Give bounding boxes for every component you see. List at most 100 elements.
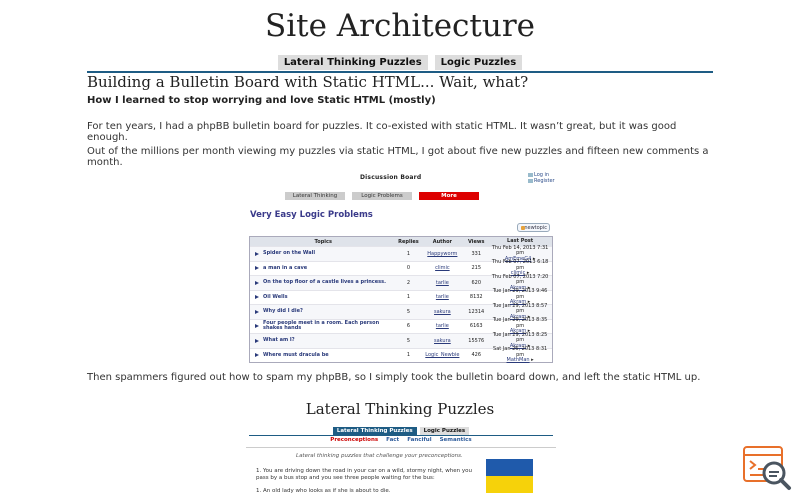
topic-link[interactable]: On the top floor of a castle lives a pri… [263, 279, 386, 286]
views-cell: 6163 [469, 323, 483, 330]
lateral-subtabs: Preconceptions Fact Fanciful Semantics [246, 437, 556, 443]
author-link[interactable]: tarlie [420, 323, 464, 329]
last-post-author-link[interactable]: MathMan [507, 357, 530, 363]
topic-cell: Spider on the Wall [250, 250, 397, 257]
lateral-divider-2 [246, 447, 556, 448]
replies-cell: 0 [406, 265, 411, 272]
subtab-preconceptions[interactable]: Preconceptions [330, 437, 378, 443]
article-subtitle: How I learned to stop worrying and love … [87, 95, 436, 106]
replies-cell: 5 [406, 308, 411, 315]
register-link[interactable]: Register [534, 178, 555, 184]
subtab-fanciful[interactable]: Fanciful [407, 437, 431, 443]
topic-cell: Why did I die? [250, 308, 397, 315]
views-cell: 12314 [468, 308, 485, 315]
last-post-date: Tue Jan 29, 2013 8:35 pm [492, 317, 548, 329]
views-cell: 8132 [469, 294, 483, 301]
topic-arrow-icon [255, 251, 259, 256]
replies-cell: 5 [406, 337, 411, 344]
topic-link[interactable]: Why did I die? [263, 308, 303, 315]
lateral-divider [249, 435, 553, 436]
views-cell: 426 [471, 352, 482, 359]
replies-cell: 2 [406, 279, 411, 286]
paragraph-2: Out of the millions per month viewing my… [87, 146, 709, 168]
views-cell: 331 [471, 250, 482, 257]
last-post-date: Sat Jan 26, 2013 8:31 pm [493, 346, 548, 358]
forum-title: Discussion Board [360, 174, 422, 181]
puzzle-question-1: 1. You are driving down the road in your… [256, 468, 472, 481]
last-post-cell: Sat Jan 26, 2013 8:31 pm MathMan ▸ [488, 346, 552, 364]
ukraine-flag-image [486, 459, 533, 493]
author-link[interactable]: sakura [420, 338, 464, 344]
forum-tab-more[interactable]: More [419, 192, 479, 200]
forum-tabs: Lateral Thinking Logic Problems More [285, 192, 479, 200]
last-post-icon[interactable]: ▸ [531, 357, 534, 363]
topic-cell: Four people meet in a room. Each person … [250, 320, 397, 332]
subtab-fact[interactable]: Fact [386, 437, 399, 443]
topic-link[interactable]: Spider on the Wall [263, 250, 315, 257]
last-post-date: Tue Jan 29, 2013 8:25 pm [492, 331, 548, 343]
forum-tab-logic-problems[interactable]: Logic Problems [352, 192, 412, 200]
top-nav: Lateral Thinking Puzzles Logic Puzzles [0, 55, 800, 70]
replies-cell: 1 [406, 250, 411, 257]
views-cell: 215 [471, 265, 482, 272]
column-header-views: Views [468, 238, 485, 245]
topic-arrow-icon [255, 353, 259, 358]
author-link[interactable]: tarlie [420, 280, 464, 286]
new-topic-button[interactable]: newtopic [517, 223, 550, 232]
forum-heading: Very Easy Logic Problems [250, 210, 373, 220]
paragraph-1: For ten years, I had a phpBB bulletin bo… [87, 121, 677, 143]
lateral-tab-lateral-thinking[interactable]: Lateral Thinking Puzzles [332, 427, 417, 435]
topic-arrow-icon [255, 280, 259, 285]
topic-cell: Oil Wells [250, 294, 397, 301]
topic-arrow-icon [255, 324, 259, 329]
lateral-screenshot: Lateral Thinking Puzzles Logic Puzzles P… [246, 424, 556, 500]
replies-cell: 6 [406, 323, 411, 330]
nav-lateral-thinking-puzzles[interactable]: Lateral Thinking Puzzles [277, 55, 428, 70]
last-post-date: Thu Feb 07, 2013 6:18 pm [491, 259, 549, 271]
forum-account-links: Log in Register [528, 172, 555, 184]
lateral-section-title: Lateral Thinking Puzzles [305, 400, 495, 418]
last-post-date: Thu Feb 07, 2013 7:20 pm [491, 273, 549, 285]
topic-link[interactable]: Four people meet in a room. Each person … [263, 320, 397, 332]
forum-screenshot: Discussion Board Log in Register Lateral… [246, 170, 556, 363]
forum-tab-lateral-thinking[interactable]: Lateral Thinking [285, 192, 345, 200]
topic-cell: a man in a cave [250, 265, 397, 272]
site-title: Site Architecture [264, 8, 535, 44]
lateral-tabs: Lateral Thinking Puzzles Logic Puzzles [246, 427, 556, 435]
author-link[interactable]: tarlie [420, 294, 464, 300]
nav-logic-puzzles[interactable]: Logic Puzzles [434, 55, 523, 70]
column-header-topics: Topics [314, 238, 332, 245]
topic-arrow-icon [255, 309, 259, 314]
new-topic-icon [521, 226, 525, 230]
topic-arrow-icon [255, 295, 259, 300]
column-header-last-post: Last Post [507, 237, 534, 244]
table-row[interactable]: Where must dracula be 1 Logic_Newbie 426 Sat… [250, 346, 552, 364]
article-title: Building a Bulletin Board with Static HT… [87, 73, 529, 91]
last-post-date: Thu Feb 14, 2013 7:31 pm [491, 244, 549, 256]
author-link[interactable]: climic [420, 265, 464, 271]
replies-cell: 1 [406, 352, 411, 359]
column-header-author: Author [432, 238, 452, 245]
topic-cell: On the top floor of a castle lives a pri… [250, 279, 397, 286]
paragraph-3: Then spammers figured out how to spam my… [87, 372, 701, 383]
lateral-intro: Lateral thinking puzzles that challenge … [296, 453, 463, 459]
last-post-date: Tue Jan 29, 2013 9:46 pm [492, 288, 548, 300]
author-link[interactable]: Happyworm [420, 251, 464, 257]
topic-link[interactable]: What am I? [263, 337, 295, 344]
subtab-semantics[interactable]: Semantics [440, 437, 472, 443]
forum-topics-table: Topics Replies Author Views Last Post Sp… [249, 236, 553, 363]
puzzle-answer-option-1: 1. An old lady who looks as if she is ab… [256, 488, 391, 494]
topic-cell: Where must dracula be [250, 352, 397, 359]
author-link[interactable]: sakura [420, 309, 464, 315]
topic-link[interactable]: Oil Wells [263, 294, 288, 301]
author-link[interactable]: Logic_Newbie [420, 352, 464, 358]
topic-link[interactable]: a man in a cave [263, 265, 307, 272]
search-code-widget-icon[interactable] [741, 444, 793, 496]
topic-cell: What am I? [250, 337, 397, 344]
views-cell: 15576 [468, 337, 485, 344]
new-topic-label: newtopic [524, 225, 547, 231]
topic-arrow-icon [255, 338, 259, 343]
topic-link[interactable]: Where must dracula be [263, 352, 329, 359]
lateral-tab-logic-puzzles[interactable]: Logic Puzzles [419, 427, 470, 435]
topic-arrow-icon [255, 266, 259, 271]
